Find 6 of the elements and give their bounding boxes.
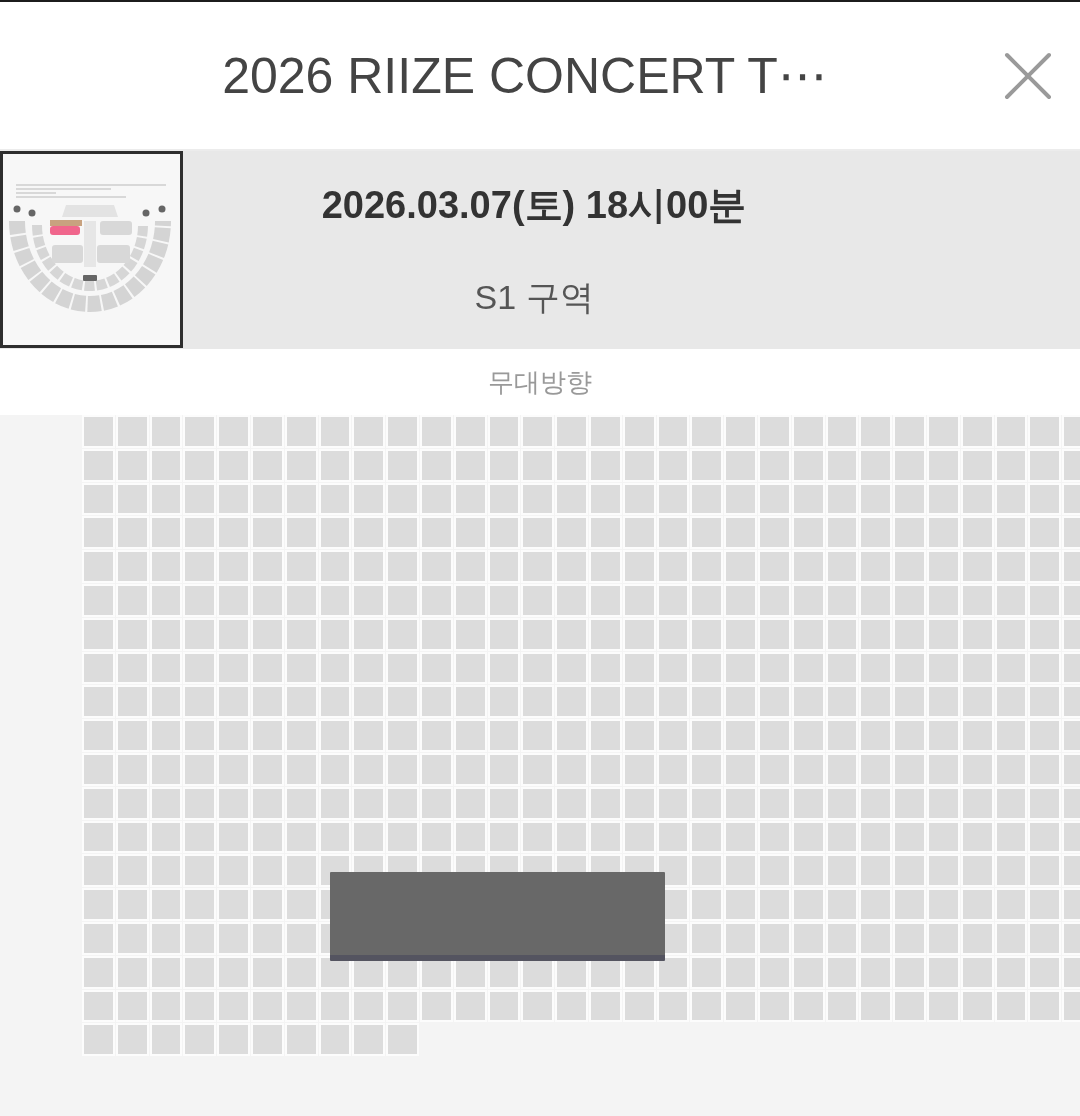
section-label: S1 구역 [474,276,594,318]
page-title: 2026 RIIZE CONCERT T⋯ [221,46,829,105]
close-icon[interactable] [1004,51,1052,100]
performance-datetime: 2026.03.07(토) 18시00분 [321,182,747,228]
seat-map-drawing[interactable] [0,151,184,349]
stage-direction-label: 무대방향 [488,365,592,399]
